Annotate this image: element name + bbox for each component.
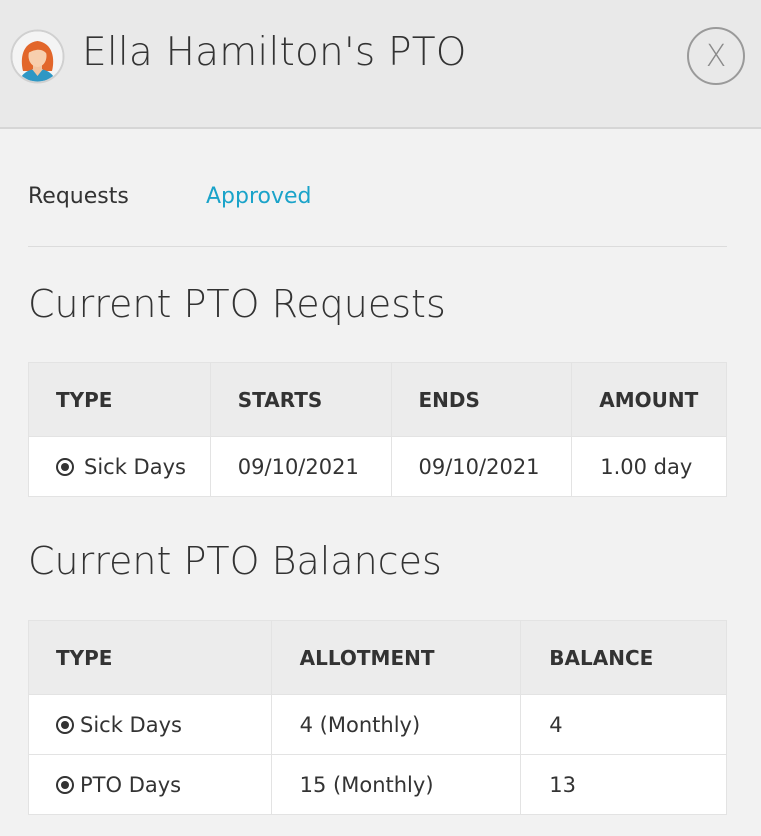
- column-header: STARTS: [209, 362, 392, 437]
- radio-icon: [56, 775, 74, 794]
- balance-cell: 4: [520, 694, 727, 755]
- ends-cell: 09/10/2021: [390, 436, 573, 497]
- allotment-cell: 15 (Monthly): [270, 754, 522, 815]
- balances-table: TYPE ALLOTMENT BALANCE Sick Days 4 (Mont…: [28, 620, 727, 815]
- close-button[interactable]: X: [687, 27, 745, 85]
- tab-approved[interactable]: Approved: [206, 184, 312, 209]
- column-header: TYPE: [28, 620, 272, 695]
- type-cell: Sick Days: [28, 694, 272, 755]
- page-title: Ella Hamilton's PTO: [82, 30, 467, 75]
- column-header: TYPE: [28, 362, 211, 437]
- close-icon: X: [705, 38, 727, 74]
- tab-requests[interactable]: Requests: [28, 184, 129, 209]
- amount-cell: 1.00 day: [571, 436, 727, 497]
- table-row: Sick Days 09/10/2021 09/10/2021 1.00 day: [28, 436, 727, 497]
- type-label: PTO Days: [80, 772, 182, 797]
- balances-section-title: Current PTO Balances: [28, 539, 442, 583]
- modal-header: Ella Hamilton's PTO X: [0, 0, 761, 129]
- tab-bar: Requests Approved: [28, 184, 727, 247]
- table-row: PTO Days 15 (Monthly) 13: [28, 754, 727, 815]
- balance-cell: 13: [520, 754, 727, 815]
- table-header-row: TYPE STARTS ENDS AMOUNT: [28, 362, 727, 437]
- type-label: Sick Days: [84, 454, 186, 479]
- table-row: Sick Days 4 (Monthly) 4: [28, 694, 727, 755]
- column-header: ALLOTMENT: [270, 620, 522, 695]
- requests-table: TYPE STARTS ENDS AMOUNT Sick Days 09/10/…: [28, 362, 727, 497]
- column-header: AMOUNT: [571, 362, 727, 437]
- radio-icon: [56, 457, 74, 476]
- column-header: BALANCE: [520, 620, 727, 695]
- user-avatar-icon: [10, 29, 65, 84]
- radio-icon: [56, 715, 74, 734]
- allotment-cell: 4 (Monthly): [270, 694, 522, 755]
- type-cell: Sick Days: [28, 436, 211, 497]
- type-label: Sick Days: [80, 712, 182, 737]
- starts-cell: 09/10/2021: [209, 436, 392, 497]
- table-header-row: TYPE ALLOTMENT BALANCE: [28, 620, 727, 695]
- requests-section-title: Current PTO Requests: [28, 282, 446, 326]
- type-cell: PTO Days: [28, 754, 272, 815]
- column-header: ENDS: [390, 362, 573, 437]
